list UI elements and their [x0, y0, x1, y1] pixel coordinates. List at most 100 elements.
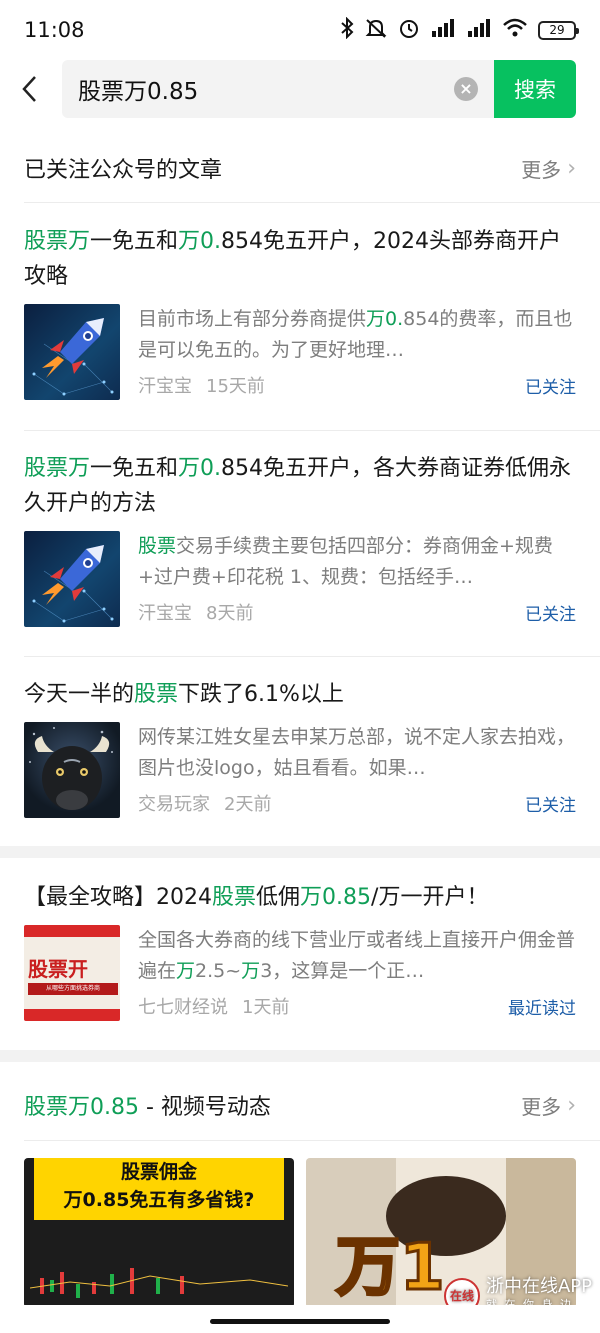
more-link[interactable]: 更多 › — [521, 1091, 576, 1120]
article-title: 股票万一免五和万0.854免五开户，2024头部券商开户攻略 — [24, 224, 576, 294]
thumbnail-subtitle: 从哪些方面挑选券商 — [28, 983, 118, 995]
highlighted-keyword: 股票万 — [24, 456, 91, 481]
more-label: 更多 — [521, 157, 562, 182]
section-title-rest: - 视频号动态 — [139, 1095, 271, 1120]
video-caption: 万1 — [335, 1230, 447, 1307]
text-segment: 2.5~ — [195, 960, 242, 982]
article-item[interactable]: 【最全攻略】2024股票低佣万0.85/万一开户！ 股票开 从哪些方面挑选券商 … — [24, 880, 576, 1021]
article-source[interactable]: 汗宝宝 — [138, 372, 192, 398]
article-time: 1天前 — [242, 997, 290, 1018]
status-time: 11:08 — [24, 18, 85, 42]
watermark-text: 浙中在线APP — [485, 1276, 592, 1297]
battery-icon: 29 — [538, 20, 579, 40]
article-item[interactable]: 股票万一免五和万0.854免五开户，各大券商证券低佣永久开户的方法 股票交易手续… — [24, 451, 576, 627]
divider — [24, 656, 600, 657]
highlighted-keyword: 股票 — [134, 682, 179, 707]
wifi-icon — [502, 17, 528, 44]
signal-hd-icon — [430, 17, 456, 44]
recently-read-badge: 最近读过 — [508, 998, 576, 1019]
article-title: 今天一半的股票下跌了6.1%以上 — [24, 677, 576, 712]
article-time: 8天前 — [206, 603, 254, 624]
article-thumbnail — [24, 531, 120, 627]
followed-badge: 已关注 — [525, 604, 576, 625]
signal-hd-icon — [466, 17, 492, 44]
mute-icon — [364, 17, 388, 44]
article-thumbnail — [24, 722, 120, 818]
article-snippet: 股票交易手续费主要包括四部分：券商佣金+规费+过户费+印花税 1、规费：包括经手… — [138, 531, 576, 593]
divider — [24, 430, 600, 431]
search-button[interactable]: 搜索 — [494, 60, 576, 118]
article-snippet: 全国各大券商的线下营业厅或者线上直接开户佣金普遍在万2.5~万3，这算是一个正… — [138, 925, 576, 987]
chevron-right-icon: › — [567, 155, 576, 181]
video-card[interactable]: 股票佣金 万0.85免五有多省钱? — [24, 1158, 294, 1308]
text-segment: 目前市场上有部分券商提供 — [138, 308, 367, 330]
clear-search-button[interactable]: × — [454, 77, 478, 101]
text-segment: 一免五和 — [90, 229, 179, 254]
section-title-keyword: 股票万0.85 — [24, 1095, 139, 1120]
search-field[interactable]: × — [62, 60, 494, 118]
section-header-video: 股票万0.85 - 视频号动态 更多 › — [24, 1085, 576, 1125]
article-time: 15天前 — [206, 376, 265, 397]
more-label: 更多 — [521, 1094, 562, 1119]
section-header-articles: 已关注公众号的文章 更多 › — [24, 148, 576, 188]
highlighted-keyword: 万0.85 — [300, 885, 372, 910]
section-title: 已关注公众号的文章 — [24, 158, 223, 183]
more-link[interactable]: 更多 › — [521, 154, 576, 183]
followed-badge: 已关注 — [525, 377, 576, 398]
status-bar: 11:08 29 — [0, 0, 600, 60]
article-item[interactable]: 股票万一免五和万0.854免五开户，2024头部券商开户攻略 目前市场上有部分券… — [24, 224, 576, 400]
article-snippet: 目前市场上有部分券商提供万0.854的费率，而且也是可以免五的。为了更好地理… — [138, 304, 576, 366]
text-segment: 【最全攻略】2024 — [24, 885, 212, 910]
highlighted-keyword: 股票万 — [24, 229, 91, 254]
text-segment: /万一开户！ — [371, 885, 489, 910]
text-segment: 交易手续费主要包括四部分：券商佣金+规费+过户费+印花税 1、规费：包括经手… — [138, 535, 553, 588]
search-input[interactable] — [78, 76, 428, 102]
rocket-image — [32, 545, 114, 623]
article-snippet: 网传某江姓女星去申某万总部，说不定人家去拍戏，图片也没logo，姑且看看。如果… — [138, 722, 576, 784]
text-segment: 下跌了6.1%以上 — [178, 682, 344, 707]
highlighted-keyword: 万0. — [366, 308, 404, 330]
status-icons: 29 — [340, 16, 579, 44]
video-caption-box: 股票佣金 万0.85免五有多省钱? — [34, 1158, 284, 1220]
article-time: 2天前 — [224, 794, 272, 815]
text-segment: 一免五和 — [90, 456, 179, 481]
video-caption-line: 股票佣金 — [120, 1161, 197, 1183]
article-source[interactable]: 汗宝宝 — [138, 599, 192, 625]
text-segment: 低佣 — [256, 885, 301, 910]
article-thumbnail — [24, 304, 120, 400]
article-title: 【最全攻略】2024股票低佣万0.85/万一开户！ — [24, 880, 576, 915]
article-source[interactable]: 交易玩家 — [138, 790, 210, 816]
rocket-image — [32, 318, 114, 396]
article-item[interactable]: 今天一半的股票下跌了6.1%以上 网传某江姓女星去申某万总部，说不定人家去拍戏，… — [24, 677, 576, 818]
highlighted-keyword: 股票 — [212, 885, 257, 910]
text-segment: 3，这算是一个正… — [260, 960, 425, 982]
stock-chart-image — [30, 1268, 288, 1298]
section-separator — [0, 1050, 600, 1062]
highlighted-keyword: 万 — [176, 960, 196, 982]
alarm-icon — [398, 17, 420, 44]
home-indicator[interactable] — [210, 1319, 390, 1324]
followed-badge: 已关注 — [525, 795, 576, 816]
highlighted-keyword: 万 — [241, 960, 261, 982]
article-title: 股票万一免五和万0.854免五开户，各大券商证券低佣永久开户的方法 — [24, 451, 576, 521]
bull-image — [29, 727, 113, 810]
article-source[interactable]: 七七财经说 — [138, 993, 228, 1019]
thumbnail-title: 股票开 — [28, 957, 88, 981]
chevron-left-icon — [22, 76, 36, 102]
chevron-right-icon: › — [567, 1092, 576, 1118]
text-segment: 今天一半的 — [24, 682, 135, 707]
article-thumbnail: 股票开 从哪些方面挑选券商 — [24, 925, 120, 1021]
divider — [24, 1140, 600, 1141]
text-segment: 网传某江姓女星去申某万总部，说不定人家去拍戏，图片也没logo，姑且看看。如果… — [138, 726, 576, 779]
highlighted-keyword: 万0. — [178, 456, 222, 481]
highlighted-keyword: 股票 — [138, 535, 177, 557]
close-icon: × — [459, 79, 473, 98]
highlighted-keyword: 万0. — [178, 229, 222, 254]
bluetooth-icon — [340, 16, 354, 44]
search-bar: × 搜索 — [0, 58, 600, 120]
divider — [24, 202, 600, 203]
back-button[interactable] — [0, 58, 60, 120]
section-title: 股票万0.85 - 视频号动态 — [24, 1089, 271, 1121]
video-caption-line: 万0.85免五有多省钱? — [63, 1189, 255, 1211]
section-separator — [0, 846, 600, 858]
